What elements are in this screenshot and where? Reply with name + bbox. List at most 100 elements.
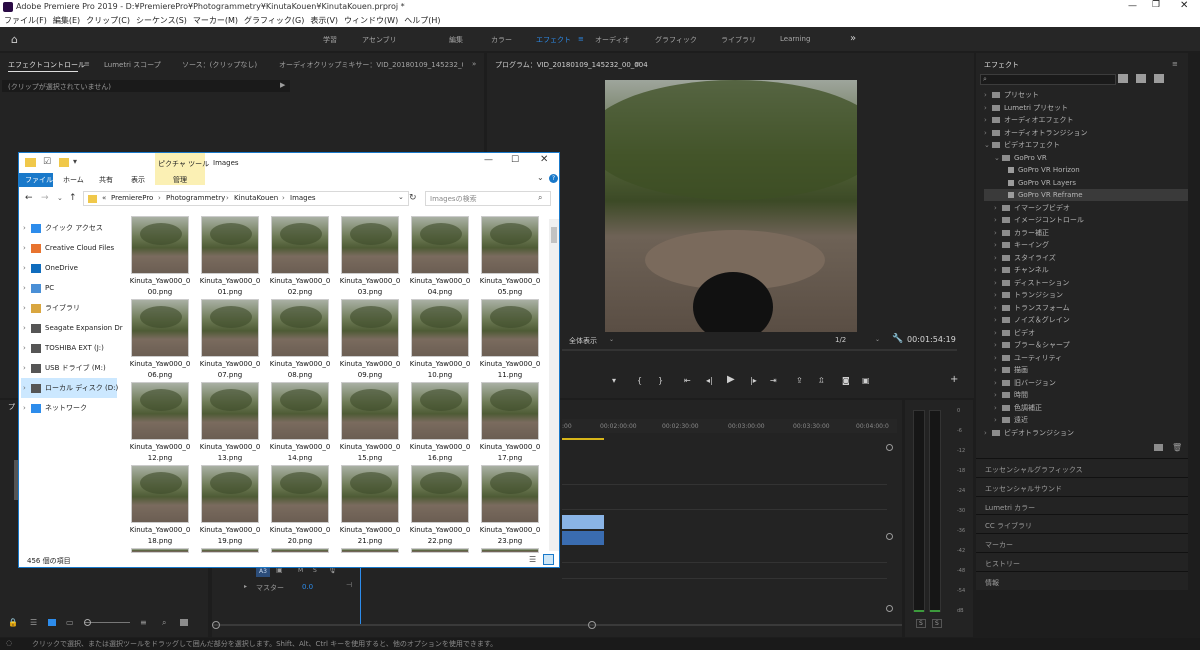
chevron-right-icon[interactable]: › [994, 364, 1002, 376]
freeform-view-icon[interactable]: ▭ [66, 618, 74, 627]
refresh-button[interactable]: ↻ [409, 193, 417, 203]
ribbon-tab-home[interactable]: ホーム [63, 175, 84, 185]
file-thumbnail[interactable] [271, 382, 329, 440]
file-name[interactable]: Kinuta_Yaw000_0 01.png [195, 276, 265, 298]
file-thumbnail[interactable] [411, 548, 469, 553]
effects-tree-item[interactable]: › 遠近 [984, 414, 1028, 426]
home-icon[interactable]: ⌂ [11, 33, 18, 46]
nav-pane-item[interactable]: › USB ドライブ (M:) [21, 358, 117, 378]
ribbon-tab-file[interactable]: ファイル [19, 173, 53, 187]
new-folder-icon[interactable] [59, 158, 69, 167]
effects-tree-item[interactable]: › 時間 [984, 389, 1028, 401]
collapsed-panel-section[interactable]: マーカー [976, 533, 1188, 553]
mark-in-icon[interactable]: { [637, 376, 642, 385]
ribbon-tab-share[interactable]: 共有 [99, 175, 113, 185]
large-icons-view-icon[interactable] [543, 554, 554, 565]
master-volume-value[interactable]: 0.0 [302, 583, 313, 591]
effects-tree-item[interactable]: ⌄ GoPro VR [984, 152, 1047, 164]
effects-tree-item[interactable]: › イマーシブビデオ [984, 202, 1070, 214]
effects-search-input[interactable]: ⌕ [980, 74, 1116, 85]
mute-button[interactable]: M [298, 567, 303, 574]
breadcrumb-images[interactable]: Images [290, 194, 316, 202]
file-name[interactable]: Kinuta_Yaw000_0 09.png [335, 359, 405, 381]
more-workspaces-icon[interactable]: » [850, 33, 856, 44]
file-thumbnail[interactable] [201, 382, 259, 440]
vertical-scroll-handle-top[interactable] [886, 444, 893, 451]
file-thumbnail[interactable] [271, 548, 329, 553]
chevron-down-icon[interactable]: ⌄ [994, 152, 1002, 164]
tab-lumetri-scopes[interactable]: Lumetri スコープ [104, 60, 161, 70]
chevron-right-icon[interactable]: › [994, 252, 1002, 264]
details-view-icon[interactable]: ☰ [529, 555, 536, 564]
go-to-out-icon[interactable]: ⇥ [770, 376, 777, 385]
effects-tree-item[interactable]: › 旧バージョン [984, 377, 1056, 389]
new-bin-icon[interactable] [180, 619, 188, 626]
expand-chevron-icon[interactable]: › [23, 378, 26, 398]
new-custom-bin-icon[interactable] [1154, 444, 1163, 451]
explorer-maximize-button[interactable]: ☐ [511, 155, 519, 165]
effects-tree-item[interactable]: GoPro VR Horizon [984, 164, 1080, 176]
lock-icon[interactable]: 🔒 [8, 618, 18, 627]
effects-tree-item[interactable]: › チャンネル [984, 264, 1049, 276]
chevron-right-icon[interactable]: › [994, 264, 1002, 276]
file-name[interactable]: Kinuta_Yaw000_0 12.png [125, 442, 195, 464]
expand-chevron-icon[interactable]: › [23, 398, 26, 418]
chevron-right-icon[interactable]: › [984, 102, 992, 114]
workspace-tab[interactable]: 学習 [323, 35, 337, 45]
file-thumbnail[interactable] [201, 299, 259, 357]
fit-dropdown[interactable]: 全体表示 [569, 336, 597, 346]
file-name[interactable]: Kinuta_Yaw000_0 16.png [405, 442, 475, 464]
chevron-right-icon[interactable]: › [994, 227, 1002, 239]
menu-item[interactable]: グラフィック(G) [244, 14, 304, 27]
effects-tree-item[interactable]: › ユーティリティ [984, 352, 1062, 364]
nav-pane-item[interactable]: › Seagate Expansion Dr [21, 318, 123, 338]
chevron-right-icon[interactable]: › [994, 414, 1002, 426]
nav-pane-item[interactable]: › ローカル ディスク (D:) [21, 378, 118, 398]
file-thumbnail[interactable] [131, 299, 189, 357]
customize-toolbar-icon[interactable]: ▾ [73, 157, 77, 166]
go-to-in-icon[interactable]: ⇤ [684, 376, 691, 385]
back-button[interactable]: ← [25, 193, 33, 203]
tab-audio-clip-mixer[interactable]: オーディオクリップミキサー：VID_20180109_145232_00_00 [279, 60, 463, 70]
effects-tree-item[interactable]: › イメージコントロール [984, 214, 1084, 226]
file-name[interactable]: Kinuta_Yaw000_0 07.png [195, 359, 265, 381]
file-name[interactable]: Kinuta_Yaw000_0 22.png [405, 525, 475, 547]
collapsed-panel-section[interactable]: 情報 [976, 570, 1188, 590]
tab-source[interactable]: ソース：(クリップなし) [182, 60, 257, 70]
maximize-button[interactable]: ❐ [1152, 0, 1160, 10]
nav-pane-item[interactable]: › ネットワーク [21, 398, 117, 418]
expand-chevron-icon[interactable]: › [23, 358, 26, 378]
button-editor-icon[interactable]: + [950, 374, 958, 385]
expand-chevron-icon[interactable]: › [23, 338, 26, 358]
meter-solo-right[interactable]: S [932, 619, 942, 628]
file-name[interactable]: Kinuta_Yaw000_0 05.png [475, 276, 545, 298]
file-name[interactable]: Kinuta_Yaw000_0 21.png [335, 525, 405, 547]
file-thumbnail[interactable] [271, 216, 329, 274]
comparison-view-icon[interactable]: ▣ [862, 376, 870, 385]
meter-solo-left[interactable]: S [916, 619, 926, 628]
file-name[interactable]: Kinuta_Yaw000_0 04.png [405, 276, 475, 298]
effects-tree-item[interactable]: GoPro VR Reframe [984, 189, 1188, 201]
expand-chevron-icon[interactable]: › [23, 218, 26, 238]
menu-item[interactable]: ウィンドウ(W) [344, 14, 398, 27]
file-name[interactable]: Kinuta_Yaw000_0 02.png [265, 276, 335, 298]
chevron-right-icon[interactable]: › [984, 427, 992, 439]
file-thumbnail[interactable] [271, 299, 329, 357]
icon-view-icon[interactable] [48, 619, 56, 626]
file-thumbnail[interactable] [341, 548, 399, 553]
timeline-scroll-bar[interactable] [212, 624, 902, 626]
master-end-icon[interactable]: ⊣ [346, 581, 352, 589]
step-back-icon[interactable]: ◂| [706, 376, 713, 385]
menu-item[interactable]: マーカー(M) [193, 14, 238, 27]
effects-tree-item[interactable]: › スタイライズ [984, 252, 1056, 264]
file-thumbnail[interactable] [131, 216, 189, 274]
effects-tree-item[interactable]: › オーディオトランジション [984, 127, 1088, 139]
effects-tree-item[interactable]: › オーディオエフェクト [984, 114, 1074, 126]
ribbon-tab-view[interactable]: 表示 [131, 175, 145, 185]
file-thumbnail[interactable] [411, 216, 469, 274]
file-name[interactable]: Kinuta_Yaw000_0 23.png [475, 525, 545, 547]
effects-tree-item[interactable]: › キーイング [984, 239, 1049, 251]
expand-chevron-icon[interactable]: › [23, 258, 26, 278]
scroll-handle-right[interactable] [588, 621, 596, 629]
file-thumbnail[interactable] [481, 465, 539, 523]
